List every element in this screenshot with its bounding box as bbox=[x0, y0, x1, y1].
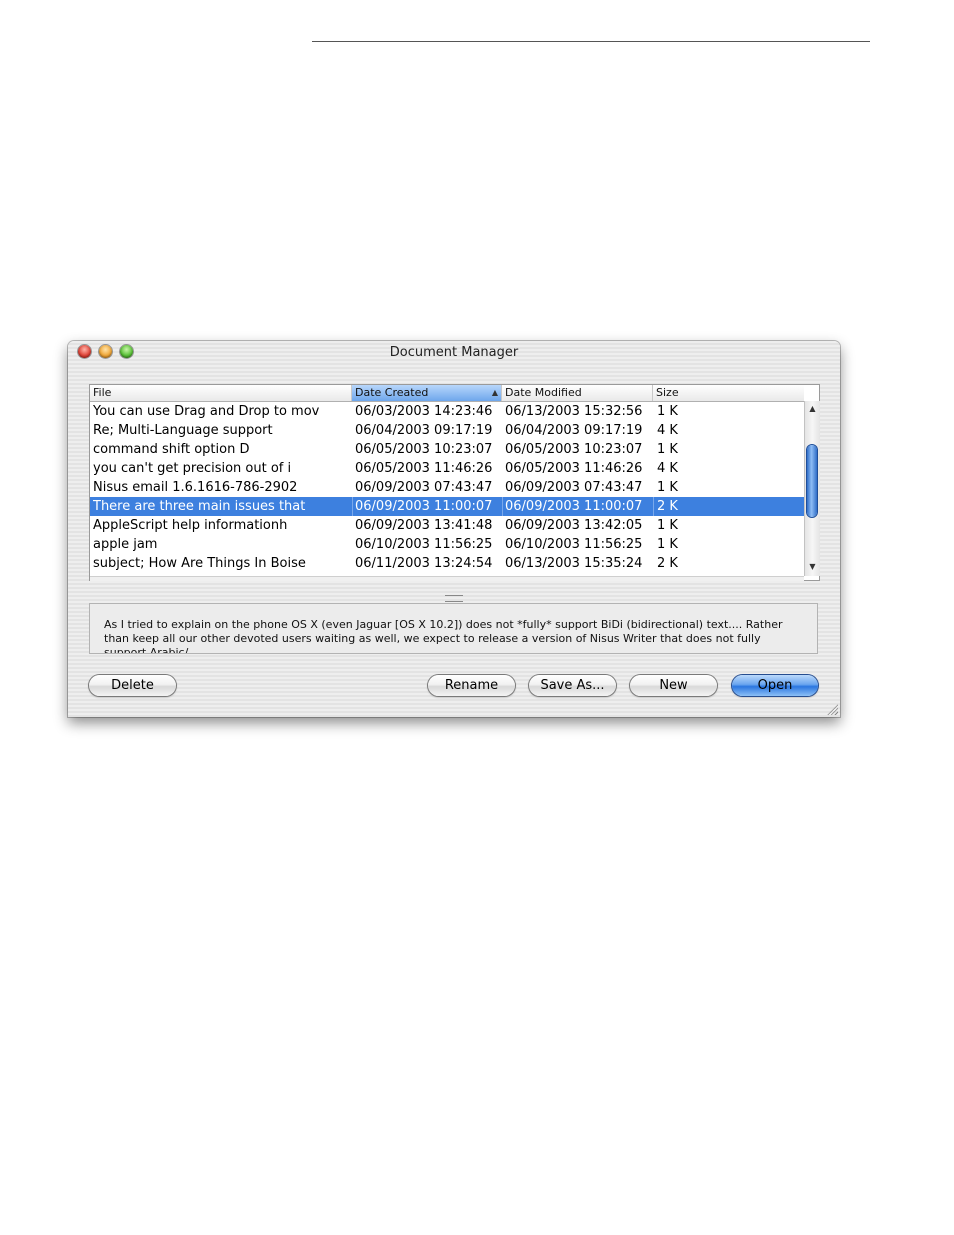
scroll-down-arrow-icon[interactable]: ▼ bbox=[805, 560, 820, 574]
page-rule bbox=[312, 41, 870, 42]
date-created-cell: 06/09/2003 11:00:07 bbox=[355, 499, 493, 514]
column-header-label: Size bbox=[656, 386, 679, 399]
table-header: File Date Created ▲ Date Modified Size bbox=[90, 385, 804, 402]
document-table: File Date Created ▲ Date Modified Size Y… bbox=[89, 384, 820, 581]
size-cell: 2 K bbox=[657, 499, 678, 514]
table-row[interactable]: You can use Drag and Drop to mov 06/03/2… bbox=[90, 402, 804, 421]
delete-button[interactable]: Delete bbox=[89, 675, 176, 696]
date-created-cell: 06/05/2003 11:46:26 bbox=[355, 461, 493, 476]
splitter-handle[interactable] bbox=[445, 595, 463, 602]
sort-ascending-icon: ▲ bbox=[491, 388, 498, 397]
size-cell: 4 K bbox=[657, 423, 678, 438]
file-cell: Nisus email 1.6.1616-786-2902 bbox=[93, 480, 298, 495]
date-created-cell: 06/10/2003 11:56:25 bbox=[355, 537, 493, 552]
file-cell: Re; Multi-Language support bbox=[93, 423, 273, 438]
size-cell: 4 K bbox=[657, 461, 678, 476]
date-modified-cell: 06/13/2003 15:35:24 bbox=[505, 556, 643, 571]
document-manager-window: Document Manager File Date Created ▲ Dat… bbox=[68, 341, 840, 717]
file-cell: command shift option D bbox=[93, 442, 250, 457]
file-cell: you can't get precision out of i bbox=[93, 461, 292, 476]
column-header-file[interactable]: File bbox=[90, 385, 352, 401]
column-header-date-created[interactable]: Date Created ▲ bbox=[352, 385, 502, 401]
column-header-date-modified[interactable]: Date Modified bbox=[502, 385, 653, 401]
table-row[interactable]: AppleScript help informationh 06/09/2003… bbox=[90, 516, 804, 535]
preview-text: As I tried to explain on the phone OS X … bbox=[104, 618, 783, 654]
open-button[interactable]: Open bbox=[732, 675, 818, 696]
date-modified-cell: 06/09/2003 11:00:07 bbox=[505, 499, 643, 514]
date-created-cell: 06/03/2003 14:23:46 bbox=[355, 404, 493, 419]
table-row[interactable]: subject; How Are Things In Boise 06/11/2… bbox=[90, 554, 804, 573]
scroll-up-arrow-icon[interactable]: ▲ bbox=[805, 402, 820, 416]
table-row[interactable]: apple jam 06/10/2003 11:56:25 06/10/2003… bbox=[90, 535, 804, 554]
table-row[interactable]: you can't get precision out of i 06/05/2… bbox=[90, 459, 804, 478]
date-created-cell: 06/04/2003 09:17:19 bbox=[355, 423, 493, 438]
size-cell: 1 K bbox=[657, 480, 678, 495]
date-created-cell: 06/09/2003 13:41:48 bbox=[355, 518, 493, 533]
date-created-cell: 06/09/2003 07:43:47 bbox=[355, 480, 493, 495]
file-cell: apple jam bbox=[93, 537, 158, 552]
resize-grip-icon[interactable] bbox=[826, 703, 838, 715]
size-cell: 1 K bbox=[657, 537, 678, 552]
file-cell: subject; How Are Things In Boise bbox=[93, 556, 306, 571]
preview-pane[interactable]: As I tried to explain on the phone OS X … bbox=[89, 603, 818, 654]
date-created-cell: 06/11/2003 13:24:54 bbox=[355, 556, 493, 571]
vertical-scrollbar[interactable]: ▲ ▼ bbox=[804, 401, 820, 576]
date-created-cell: 06/05/2003 10:23:07 bbox=[355, 442, 493, 457]
size-cell: 1 K bbox=[657, 518, 678, 533]
column-header-label: Date Modified bbox=[505, 386, 582, 399]
save-as-button[interactable]: Save As... bbox=[529, 675, 616, 696]
file-cell: There are three main issues that bbox=[93, 499, 306, 514]
table-row-selected[interactable]: There are three main issues that 06/09/2… bbox=[90, 497, 804, 516]
title-bar[interactable]: Document Manager bbox=[68, 341, 840, 363]
size-cell: 2 K bbox=[657, 556, 678, 571]
date-modified-cell: 06/04/2003 09:17:19 bbox=[505, 423, 643, 438]
table-row[interactable]: Re; Multi-Language support 06/04/2003 09… bbox=[90, 421, 804, 440]
rename-button[interactable]: Rename bbox=[428, 675, 515, 696]
column-separator bbox=[653, 497, 654, 516]
file-cell: AppleScript help informationh bbox=[93, 518, 288, 533]
size-cell: 1 K bbox=[657, 404, 678, 419]
table-row[interactable]: Nisus email 1.6.1616-786-2902 06/09/2003… bbox=[90, 478, 804, 497]
new-button[interactable]: New bbox=[630, 675, 717, 696]
date-modified-cell: 06/05/2003 11:46:26 bbox=[505, 461, 643, 476]
column-header-label: File bbox=[93, 386, 112, 399]
table-bottom-strip bbox=[90, 576, 804, 581]
date-modified-cell: 06/05/2003 10:23:07 bbox=[505, 442, 643, 457]
column-header-label: Date Created bbox=[355, 386, 429, 399]
scroll-thumb[interactable] bbox=[807, 445, 817, 517]
column-separator bbox=[352, 497, 353, 516]
column-separator bbox=[502, 497, 503, 516]
window-title: Document Manager bbox=[389, 345, 519, 360]
table-row[interactable]: command shift option D 06/05/2003 10:23:… bbox=[90, 440, 804, 459]
column-header-size[interactable]: Size bbox=[653, 385, 804, 401]
size-cell: 1 K bbox=[657, 442, 678, 457]
date-modified-cell: 06/09/2003 07:43:47 bbox=[505, 480, 643, 495]
date-modified-cell: 06/10/2003 11:56:25 bbox=[505, 537, 643, 552]
date-modified-cell: 06/09/2003 13:42:05 bbox=[505, 518, 643, 533]
file-cell: You can use Drag and Drop to mov bbox=[93, 404, 320, 419]
date-modified-cell: 06/13/2003 15:32:56 bbox=[505, 404, 643, 419]
